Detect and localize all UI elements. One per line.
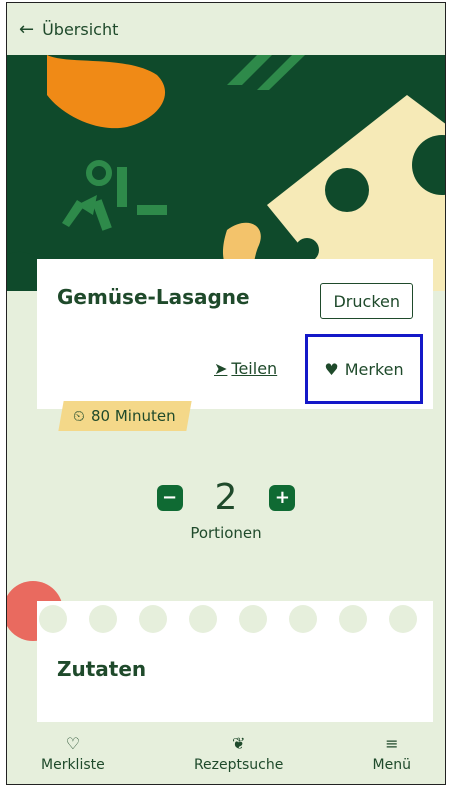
timer-icon: ⏲: [73, 407, 85, 425]
share-link[interactable]: ➤ Teilen: [214, 359, 277, 378]
back-link-label[interactable]: Übersicht: [42, 20, 118, 39]
hero-illustration: [7, 55, 445, 291]
ingredients-card: Zutaten: [37, 601, 433, 741]
tab-menu[interactable]: ≡ Menü: [373, 722, 411, 784]
back-arrow-icon[interactable]: ←: [19, 19, 34, 40]
vegetable-icon: ❦: [231, 733, 246, 753]
tab-merkliste[interactable]: ♡ Merkliste: [41, 722, 105, 784]
save-button[interactable]: ♥ Merken: [305, 334, 423, 404]
heart-icon: ♥: [324, 359, 339, 379]
tab-rezeptsuche[interactable]: ❦ Rezeptsuche: [194, 722, 283, 784]
top-bar[interactable]: ← Übersicht: [7, 3, 445, 55]
time-label: 80 Minuten: [90, 407, 176, 425]
tab-merkliste-label: Merkliste: [41, 756, 105, 773]
ingredients-title: Zutaten: [57, 657, 147, 681]
app-screen: ← Übersicht Gemüse-Lasagne Drucken ➤ Tei…: [6, 2, 446, 785]
tab-rezeptsuche-label: Rezeptsuche: [193, 756, 284, 773]
portions-label: Portionen: [190, 524, 262, 542]
menu-icon: ≡: [385, 733, 399, 753]
portion-count: 2: [214, 477, 238, 518]
perforation-dots: [39, 605, 417, 633]
print-button[interactable]: Drucken: [320, 283, 413, 319]
recipe-title: Gemüse-Lasagne: [57, 285, 250, 309]
recipe-card: Gemüse-Lasagne Drucken ➤ Teilen ♥ Merken: [37, 259, 433, 409]
hero-artwork: [7, 55, 445, 291]
portions-stepper: − 2 + Portionen: [7, 477, 445, 542]
share-label: Teilen: [231, 359, 278, 378]
increase-button[interactable]: +: [269, 484, 296, 511]
heart-outline-icon: ♡: [65, 733, 81, 753]
tab-menu-label: Menü: [372, 756, 411, 773]
time-badge: ⏲ 80 Minuten: [58, 401, 192, 431]
bottom-navigation: ♡ Merkliste ❦ Rezeptsuche ≡ Menü: [7, 722, 445, 784]
send-icon: ➤: [214, 359, 228, 378]
save-label: Merken: [344, 359, 404, 379]
decrease-button[interactable]: −: [156, 484, 183, 511]
